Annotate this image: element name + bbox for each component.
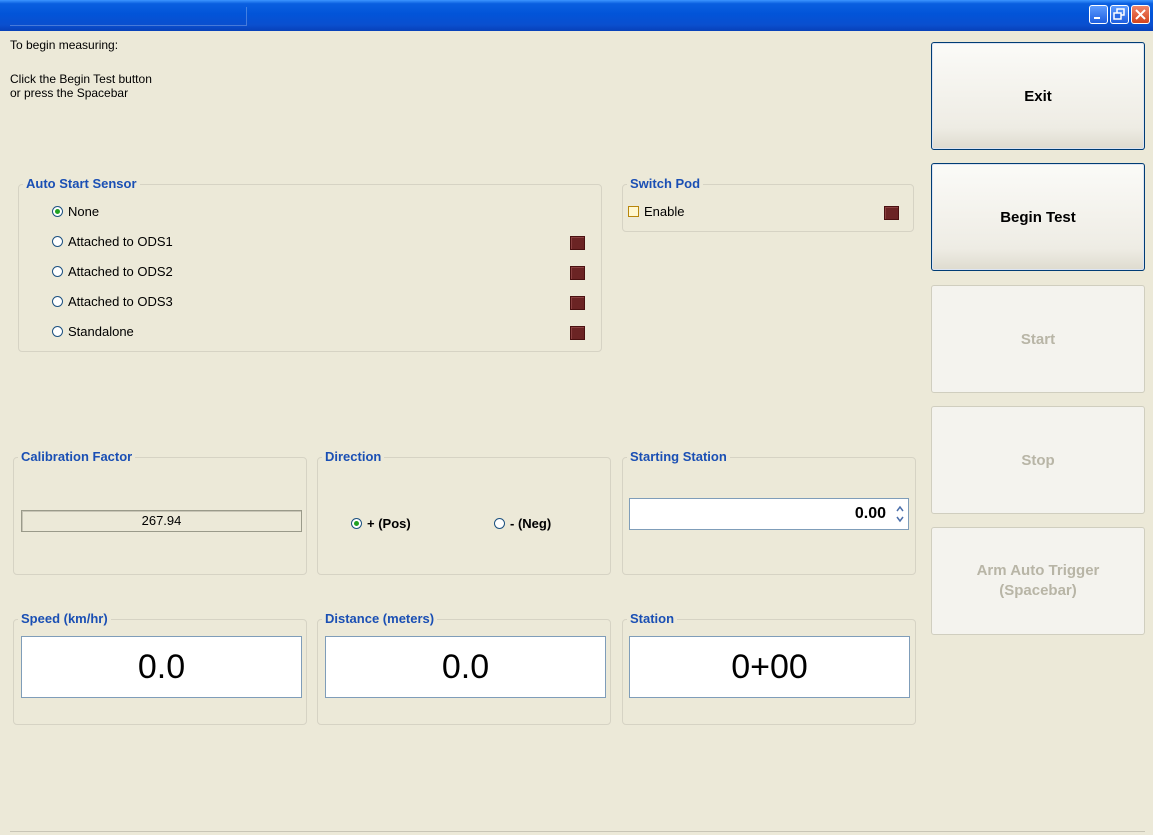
- starting-station-group: Starting Station 0.00: [622, 448, 916, 575]
- station-group: Station 0+00: [622, 610, 916, 725]
- radio-button-icon: [52, 206, 63, 217]
- speed-title: Speed (km/hr): [18, 610, 111, 628]
- stop-button[interactable]: Stop: [931, 406, 1145, 514]
- minimize-button[interactable]: [1089, 5, 1108, 24]
- ods2-status-indicator: [570, 266, 585, 280]
- distance-group: Distance (meters) 0.0: [317, 610, 611, 725]
- spin-up-icon[interactable]: [894, 503, 906, 514]
- station-title: Station: [627, 610, 678, 628]
- switch-pod-status-indicator: [884, 206, 899, 220]
- ods3-status-indicator: [570, 296, 585, 310]
- calibration-factor-value: 267.94: [21, 510, 302, 532]
- auto-start-sensor-title: Auto Start Sensor: [23, 175, 140, 193]
- direction-group: Direction + (Pos) - (Neg): [317, 448, 611, 575]
- radio-button-icon: [52, 236, 63, 247]
- instruction-line-1: Click the Begin Test button: [10, 72, 152, 86]
- bottom-divider: [10, 831, 1145, 832]
- radio-standalone-label: Standalone: [68, 324, 134, 339]
- distance-display: 0.0: [325, 636, 606, 698]
- radio-none[interactable]: None: [52, 203, 99, 221]
- radio-ods3-label: Attached to ODS3: [68, 294, 173, 309]
- begin-test-button[interactable]: Begin Test: [931, 163, 1145, 271]
- window-title: [10, 7, 247, 26]
- speed-display: 0.0: [21, 636, 302, 698]
- arm-auto-trigger-button[interactable]: Arm Auto Trigger (Spacebar): [931, 527, 1145, 635]
- starting-station-title: Starting Station: [627, 448, 730, 466]
- radio-ods2[interactable]: Attached to ODS2: [52, 263, 173, 281]
- radio-ods1-label: Attached to ODS1: [68, 234, 173, 249]
- radio-button-icon: [52, 326, 63, 337]
- close-icon: [1135, 9, 1146, 20]
- instruction-line-2: or press the Spacebar: [10, 86, 129, 100]
- switch-pod-group: Switch Pod Enable: [622, 175, 914, 232]
- start-button[interactable]: Start: [931, 285, 1145, 393]
- checkbox-icon: [628, 206, 639, 217]
- switch-pod-title: Switch Pod: [627, 175, 704, 193]
- radio-direction-pos[interactable]: + (Pos): [351, 515, 411, 533]
- radio-button-icon: [351, 518, 362, 529]
- radio-direction-neg[interactable]: - (Neg): [494, 515, 551, 533]
- arm-auto-trigger-label: Arm Auto Trigger: [976, 562, 1100, 579]
- direction-neg-label: - (Neg): [510, 516, 552, 531]
- radio-none-label: None: [68, 204, 100, 219]
- ods1-status-indicator: [570, 236, 585, 250]
- station-display: 0+00: [629, 636, 910, 698]
- title-bar[interactable]: [0, 0, 1153, 31]
- radio-button-icon: [52, 266, 63, 277]
- exit-button[interactable]: Exit: [931, 42, 1145, 150]
- radio-button-icon: [494, 518, 505, 529]
- radio-standalone[interactable]: Standalone: [52, 323, 134, 341]
- auto-start-sensor-group: Auto Start Sensor None Attached to ODS1 …: [18, 175, 602, 352]
- radio-ods3[interactable]: Attached to ODS3: [52, 293, 173, 311]
- restore-icon: [1113, 8, 1125, 20]
- starting-station-input[interactable]: 0.00: [629, 498, 909, 530]
- direction-pos-label: + (Pos): [367, 516, 411, 531]
- radio-ods2-label: Attached to ODS2: [68, 264, 173, 279]
- direction-title: Direction: [322, 448, 385, 466]
- radio-ods1[interactable]: Attached to ODS1: [52, 233, 173, 251]
- enable-checkbox[interactable]: Enable: [628, 203, 684, 221]
- radio-button-icon: [52, 296, 63, 307]
- minimize-icon: [1094, 17, 1100, 19]
- distance-title: Distance (meters): [322, 610, 438, 628]
- starting-station-value: 0.00: [854, 505, 886, 522]
- restore-button[interactable]: [1110, 5, 1129, 24]
- standalone-status-indicator: [570, 326, 585, 340]
- close-button[interactable]: [1131, 5, 1150, 24]
- enable-label: Enable: [644, 204, 685, 219]
- arm-auto-trigger-hint: (Spacebar): [999, 582, 1077, 599]
- speed-group: Speed (km/hr) 0.0: [13, 610, 307, 725]
- calibration-factor-group: Calibration Factor 267.94: [13, 448, 307, 575]
- spin-down-icon[interactable]: [894, 514, 906, 525]
- calibration-factor-title: Calibration Factor: [18, 448, 136, 466]
- instruction-heading: To begin measuring:: [10, 38, 119, 52]
